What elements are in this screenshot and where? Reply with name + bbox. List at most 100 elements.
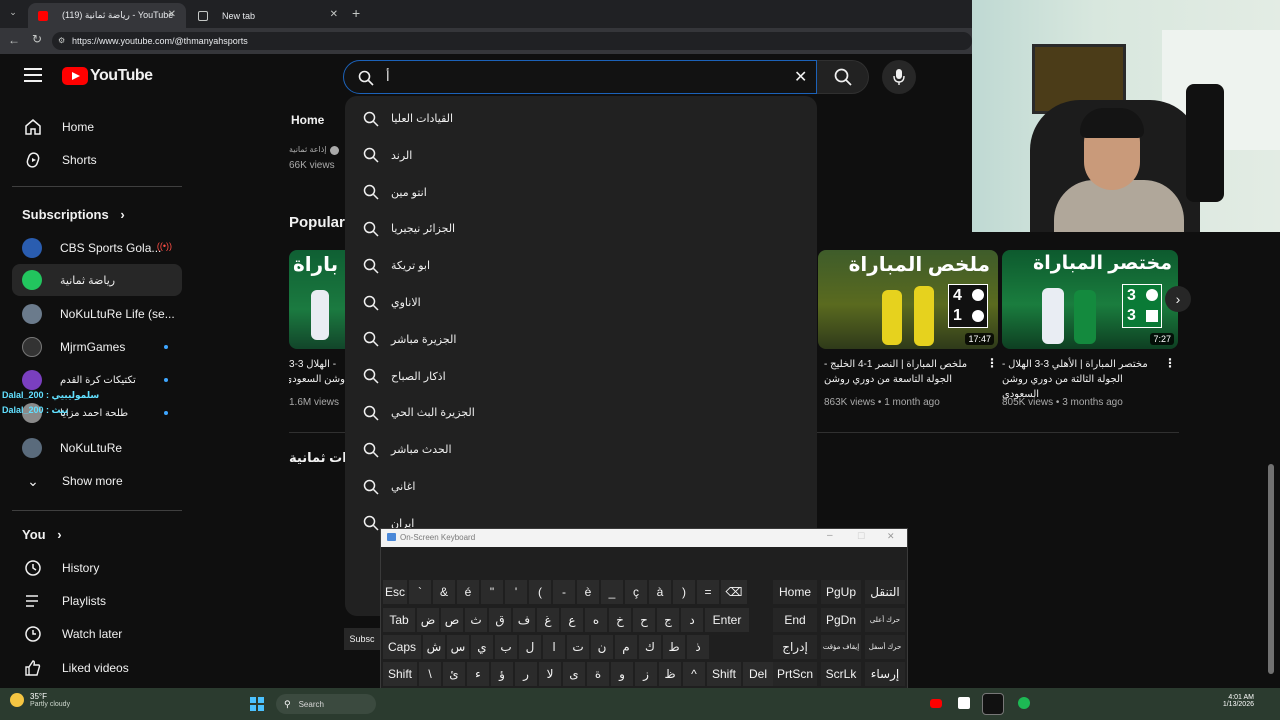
osk-key[interactable]: ل <box>519 635 541 659</box>
osk-key[interactable]: - <box>553 580 575 604</box>
osk-key[interactable]: د <box>681 608 703 632</box>
show-more-button[interactable]: ⌄ Show more <box>12 465 182 497</box>
subscribe-button[interactable]: Subsc <box>344 628 380 650</box>
video-thumbnail[interactable]: مختصر المباراة 3 3 7:27 <box>1002 250 1178 349</box>
osk-key[interactable]: " <box>481 580 503 604</box>
osk-nav-key[interactable]: حرك أسفل <box>865 635 905 659</box>
osk-key[interactable]: ت <box>567 635 589 659</box>
osk-key[interactable]: ا <box>543 635 565 659</box>
osk-key[interactable]: ئ <box>443 662 465 686</box>
osk-key[interactable]: è <box>577 580 599 604</box>
osk-key[interactable]: \ <box>419 662 441 686</box>
osk-key[interactable]: = <box>697 580 719 604</box>
video-options-icon[interactable]: ⋮ <box>1164 356 1176 370</box>
youtube-taskbar-icon[interactable] <box>930 699 942 708</box>
osk-key[interactable]: Caps <box>383 635 421 659</box>
sidebar-item-subscription[interactable]: NoKuLtuRe <box>12 432 182 464</box>
clear-search-icon[interactable]: ✕ <box>794 67 807 87</box>
osk-key[interactable]: ء <box>467 662 489 686</box>
osk-key[interactable]: س <box>447 635 469 659</box>
osk-nav-key[interactable]: حرك أعلى <box>865 608 905 632</box>
sidebar-item-playlists[interactable]: Playlists <box>12 585 182 617</box>
carousel-next-button[interactable]: › <box>1165 286 1191 312</box>
osk-key[interactable]: ) <box>673 580 695 604</box>
osk-nav-key[interactable]: End <box>773 608 817 632</box>
osk-key[interactable]: ع <box>561 608 583 632</box>
osk-key[interactable]: ق <box>489 608 511 632</box>
search-input[interactable]: أ <box>386 69 390 85</box>
osk-key[interactable]: ⌫ <box>721 580 747 604</box>
search-suggestion[interactable]: الجزيرة البث الحي <box>345 394 817 431</box>
sidebar-item-shorts[interactable]: Shorts <box>12 144 182 176</box>
new-tab-button[interactable]: + <box>352 5 360 21</box>
osk-nav-key[interactable]: إرساء <box>865 662 905 686</box>
osk-key[interactable]: Shift <box>707 662 741 686</box>
osk-key[interactable]: ر <box>515 662 537 686</box>
video-thumbnail[interactable]: ملخص المباراة 4 1 17:47 <box>818 250 998 349</box>
voice-search-button[interactable] <box>882 60 916 94</box>
osk-key[interactable]: لا <box>539 662 561 686</box>
osk-key[interactable]: ص <box>441 608 463 632</box>
search-suggestion[interactable]: الحدث مباشر <box>345 431 817 468</box>
osk-key[interactable]: ش <box>423 635 445 659</box>
sidebar-item-subscription[interactable]: MjrmGames <box>12 331 182 363</box>
osk-key[interactable]: ب <box>495 635 517 659</box>
osk-key[interactable]: é <box>457 580 479 604</box>
back-icon[interactable]: ← <box>8 33 20 47</box>
osk-key[interactable]: ؤ <box>491 662 513 686</box>
osk-key[interactable]: ذ <box>687 635 709 659</box>
tab-new-tab[interactable]: New tab ✕ <box>188 3 348 28</box>
search-suggestion[interactable]: الجزيرة مباشر <box>345 321 817 358</box>
page-scrollbar[interactable] <box>1268 464 1274 674</box>
osk-nav-key[interactable]: Home <box>773 580 817 604</box>
search-suggestion[interactable]: انتو مين <box>345 174 817 211</box>
app-taskbar-icon[interactable] <box>958 697 970 709</box>
close-tab-icon[interactable]: ✕ <box>168 9 176 20</box>
youtube-logo[interactable]: YouTube <box>62 67 153 85</box>
taskbar-search[interactable]: ⚲ Search <box>276 694 376 714</box>
osk-nav-key[interactable]: التنقل <box>865 580 905 604</box>
osk-key[interactable]: ^ <box>683 662 705 686</box>
search-suggestion[interactable]: الرند <box>345 137 817 174</box>
osk-key[interactable]: ` <box>409 580 431 604</box>
search-suggestion[interactable]: اذكار الصباح <box>345 358 817 395</box>
obs-taskbar-icon[interactable] <box>982 693 1004 715</box>
osk-key[interactable]: ح <box>633 608 655 632</box>
osk-key[interactable]: ط <box>663 635 685 659</box>
osk-key[interactable]: ( <box>529 580 551 604</box>
close-icon[interactable]: ✕ <box>887 531 895 542</box>
video-thumbnail[interactable]: باراة <box>289 250 345 349</box>
osk-key[interactable]: ç <box>625 580 647 604</box>
video-options-icon[interactable]: ⋮ <box>986 356 998 370</box>
osk-key[interactable]: ك <box>639 635 661 659</box>
tab-list-dropdown-icon[interactable]: ⌄ <box>6 7 20 21</box>
tab-home[interactable]: Home <box>291 113 324 127</box>
start-button-icon[interactable] <box>250 697 264 711</box>
subscriptions-heading[interactable]: Subscriptions › <box>22 207 125 222</box>
tab-youtube[interactable]: (119) رياضة ثمانية - YouTube ✕ <box>28 3 186 28</box>
osk-key[interactable]: خ <box>609 608 631 632</box>
sidebar-item-liked-videos[interactable]: Liked videos <box>12 652 182 684</box>
search-suggestion[interactable]: ابو تريكة <box>345 247 817 284</box>
osk-key[interactable]: ز <box>635 662 657 686</box>
osk-key[interactable]: م <box>615 635 637 659</box>
search-suggestion[interactable]: الجزائر نيجيريا <box>345 210 817 247</box>
video-title[interactable]: - الهلال 3-3 وشن السعودي <box>289 357 345 387</box>
clock[interactable]: 4:01 AM 1/13/2026 <box>1208 694 1254 708</box>
osk-key[interactable]: ظ <box>659 662 681 686</box>
osk-key[interactable]: à <box>649 580 671 604</box>
osk-key[interactable]: Del <box>743 662 773 686</box>
search-button[interactable] <box>817 60 869 94</box>
search-box[interactable]: أ ✕ <box>343 60 817 94</box>
osk-key[interactable]: ف <box>513 608 535 632</box>
osk-key[interactable]: _ <box>601 580 623 604</box>
osk-nav-key[interactable]: PrtScn <box>773 662 817 686</box>
sidebar-item-home[interactable]: Home <box>12 111 182 143</box>
osk-key[interactable]: ' <box>505 580 527 604</box>
sidebar-item-history[interactable]: History <box>12 552 182 584</box>
osk-key[interactable]: ه <box>585 608 607 632</box>
osk-key[interactable]: ث <box>465 608 487 632</box>
weather-widget[interactable]: 35°F Partly cloudy <box>10 692 70 708</box>
osk-key[interactable]: Esc <box>383 580 407 604</box>
reload-icon[interactable]: ↻ <box>32 32 42 46</box>
